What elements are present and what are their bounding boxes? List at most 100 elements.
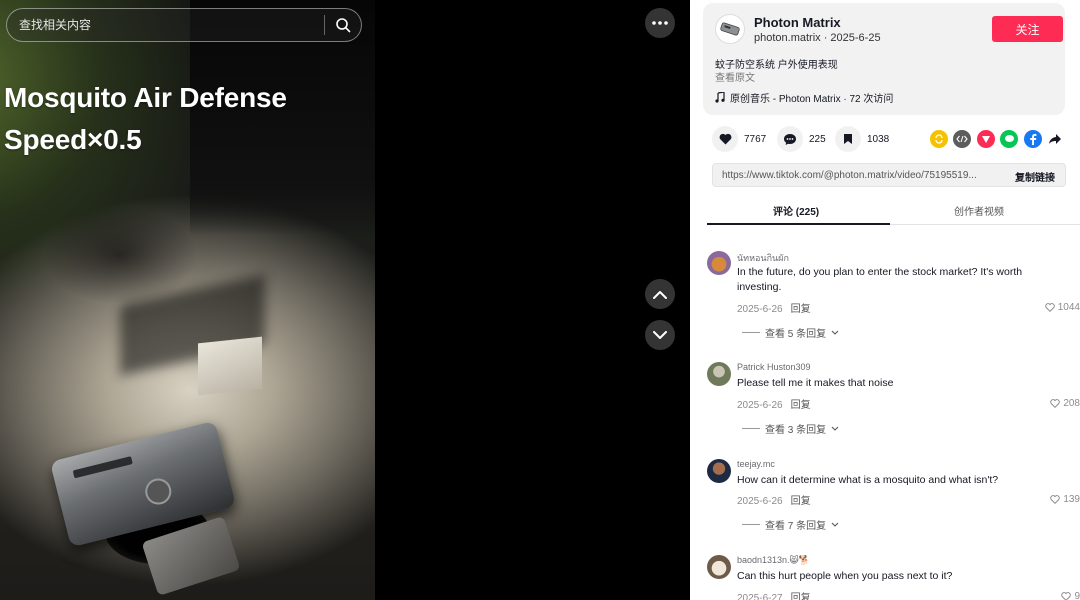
comment-item: teejay.mc How can it determine what is a… xyxy=(707,459,1080,549)
like-button[interactable]: 7767 xyxy=(712,126,766,152)
line-icon[interactable] xyxy=(1000,130,1018,148)
active-tab-underline xyxy=(707,223,890,225)
tab-comments[interactable]: 评论 (225) xyxy=(773,203,819,218)
previous-video-button[interactable] xyxy=(645,279,675,309)
heart-outline-icon xyxy=(1061,592,1072,600)
next-video-button[interactable] xyxy=(645,320,675,350)
repost-glyph xyxy=(935,134,943,144)
line-glyph xyxy=(1004,135,1014,142)
more-icon xyxy=(652,21,668,25)
chevron-up-icon xyxy=(653,290,667,299)
action-row: 7767 225 1038 xyxy=(712,126,1072,152)
send-glyph xyxy=(982,136,990,143)
save-button[interactable]: 1038 xyxy=(835,126,889,152)
comment-date: 2025-6-26 xyxy=(737,304,783,315)
comment-like-button[interactable]: 9 xyxy=(1061,591,1080,600)
chevron-down-icon xyxy=(653,330,667,339)
follow-button[interactable]: 关注 xyxy=(992,16,1063,42)
comment-text: In the future, do you plan to enter the … xyxy=(737,266,1023,293)
see-original-link[interactable]: 查看原文 xyxy=(715,69,755,84)
author-logo-icon xyxy=(720,22,740,36)
share-arrow-glyph xyxy=(1049,134,1061,144)
view-replies-button[interactable]: 查看 7 条回复 xyxy=(742,517,839,532)
details-panel: Photon Matrix photon.matrix · 2025-6-25 … xyxy=(690,0,1080,600)
comment-like-button[interactable]: 139 xyxy=(1050,494,1080,505)
heart-outline-icon xyxy=(1050,399,1061,408)
video-overlay-speed: Speed×0.5 xyxy=(4,124,142,155)
comment-item: Patrick Huston309 Please tell me it make… xyxy=(707,362,1080,452)
bookmark-icon xyxy=(844,134,852,144)
heart-outline-icon xyxy=(1050,495,1061,504)
comment-like-count: 1044 xyxy=(1057,302,1080,313)
send-icon[interactable] xyxy=(977,130,995,148)
save-count: 1038 xyxy=(867,133,890,145)
commenter-avatar[interactable] xyxy=(707,555,731,579)
view-replies-button[interactable]: 查看 5 条回复 xyxy=(742,325,839,340)
reply-button[interactable]: 回复 xyxy=(791,496,811,507)
comment-meta: 2025-6-27 回复 xyxy=(737,589,811,600)
comment-icon xyxy=(784,133,796,145)
reply-button[interactable]: 回复 xyxy=(791,400,811,411)
comment-meta: 2025-6-26 回复 xyxy=(737,300,811,315)
video-stone-block xyxy=(198,336,262,396)
search-input[interactable] xyxy=(7,18,324,32)
commenter-name[interactable]: นัทหอนกินผัก xyxy=(737,251,789,265)
embed-glyph xyxy=(956,135,968,143)
reply-button[interactable]: 回复 xyxy=(791,593,811,600)
comment-date: 2025-6-27 xyxy=(737,593,783,600)
commenter-avatar[interactable] xyxy=(707,362,731,386)
chevron-down-small-icon xyxy=(831,330,839,335)
copy-link-button[interactable]: 复制链接 xyxy=(1015,169,1055,184)
comment-date: 2025-6-26 xyxy=(737,400,783,411)
like-circle xyxy=(712,126,738,152)
tab-creator-videos[interactable]: 创作者视频 xyxy=(954,203,1004,218)
comment-text: Please tell me it makes that noise xyxy=(737,377,894,389)
video-overlay-title: Mosquito Air Defense xyxy=(4,82,287,113)
more-options-button[interactable] xyxy=(645,8,675,38)
share-arrow-icon[interactable] xyxy=(1046,130,1064,148)
comment-like-count: 9 xyxy=(1074,591,1080,600)
heart-icon xyxy=(719,133,731,145)
commenter-name[interactable]: Patrick Huston309 xyxy=(737,362,811,372)
search-button[interactable] xyxy=(325,9,361,41)
view-replies-line xyxy=(742,428,760,429)
comment-date: 2025-6-26 xyxy=(737,496,783,507)
comment-item: นัทหอนกินผัก In the future, do you plan … xyxy=(707,251,1080,351)
comment-like-button[interactable]: 1044 xyxy=(1044,302,1080,313)
comment-like-button[interactable]: 208 xyxy=(1050,398,1080,409)
save-circle xyxy=(835,126,861,152)
search-bar xyxy=(6,8,362,42)
music-note-icon xyxy=(715,92,725,103)
comment-item: baodn1313n.😸🐕 Can this hurt people when … xyxy=(707,555,1080,600)
commenter-name[interactable]: baodn1313n.😸🐕 xyxy=(737,555,810,566)
author-name[interactable]: Photon Matrix xyxy=(754,15,841,30)
video-frame[interactable]: Mosquito Air Defense Speed×0.5 xyxy=(0,0,375,600)
commenter-name[interactable]: teejay.mc xyxy=(737,459,775,469)
author-card: Photon Matrix photon.matrix · 2025-6-25 … xyxy=(703,3,1065,115)
music-row[interactable]: 原创音乐 - Photon Matrix · 72 次访问 xyxy=(715,90,893,105)
reply-button[interactable]: 回复 xyxy=(791,304,811,315)
embed-icon[interactable] xyxy=(953,130,971,148)
repost-icon[interactable] xyxy=(930,130,948,148)
video-area[interactable]: Mosquito Air Defense Speed×0.5 xyxy=(0,0,690,600)
commenter-avatar[interactable] xyxy=(707,251,731,275)
comment-meta: 2025-6-26 回复 xyxy=(737,492,811,507)
chevron-down-small-icon xyxy=(831,426,839,431)
view-replies-line xyxy=(742,524,760,525)
chevron-down-small-icon xyxy=(831,522,839,527)
comment-text: Can this hurt people when you pass next … xyxy=(737,570,953,582)
comment-like-count: 139 xyxy=(1063,494,1080,505)
facebook-icon[interactable] xyxy=(1024,130,1042,148)
facebook-glyph xyxy=(1030,134,1037,145)
heart-outline-icon xyxy=(1044,303,1055,312)
view-replies-label: 查看 5 条回复 xyxy=(765,329,827,340)
comment-count: 225 xyxy=(809,133,826,145)
comment-meta: 2025-6-26 回复 xyxy=(737,396,811,411)
comment-text: How can it determine what is a mosquito … xyxy=(737,474,999,486)
commenter-avatar[interactable] xyxy=(707,459,731,483)
video-link-text[interactable]: https://www.tiktok.com/@photon.matrix/vi… xyxy=(722,170,977,181)
author-avatar[interactable] xyxy=(715,14,745,44)
comment-button[interactable]: 225 xyxy=(777,126,826,152)
view-replies-button[interactable]: 查看 3 条回复 xyxy=(742,421,839,436)
search-icon xyxy=(336,18,351,33)
